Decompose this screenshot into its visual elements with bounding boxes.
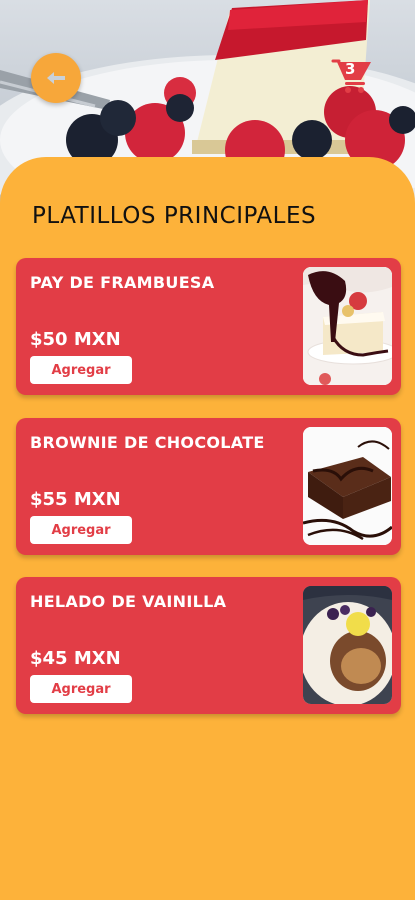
product-image-cheesecake xyxy=(303,267,392,385)
product-price: $55 MXN xyxy=(30,489,121,510)
product-price: $45 MXN xyxy=(30,648,121,669)
product-card[interactable]: BROWNIE DE CHOCOLATE $55 MXN Agregar xyxy=(16,418,401,555)
cart-count-badge: 3 xyxy=(345,60,356,78)
back-button[interactable] xyxy=(31,53,81,103)
product-name: PAY DE FRAMBUESA xyxy=(30,273,215,292)
product-card[interactable]: HELADO DE VAINILLA $45 MXN Agregar xyxy=(16,577,401,714)
product-card[interactable]: PAY DE FRAMBUESA $50 MXN Agregar xyxy=(16,258,401,395)
content-sheet: PLATILLOS PRINCIPALES PAY DE FRAMBUESA $… xyxy=(0,157,415,900)
arrow-left-icon xyxy=(47,72,65,84)
product-name: HELADO DE VAINILLA xyxy=(30,592,227,611)
add-to-cart-button[interactable]: Agregar xyxy=(30,356,132,384)
cart-button[interactable]: 3 xyxy=(331,58,375,98)
add-to-cart-button[interactable]: Agregar xyxy=(30,675,132,703)
section-title: PLATILLOS PRINCIPALES xyxy=(32,203,317,229)
add-to-cart-button[interactable]: Agregar xyxy=(30,516,132,544)
product-name: BROWNIE DE CHOCOLATE xyxy=(30,433,265,452)
product-image-brownie xyxy=(303,427,392,545)
product-image-ice-cream xyxy=(303,586,392,704)
product-price: $50 MXN xyxy=(30,329,121,350)
